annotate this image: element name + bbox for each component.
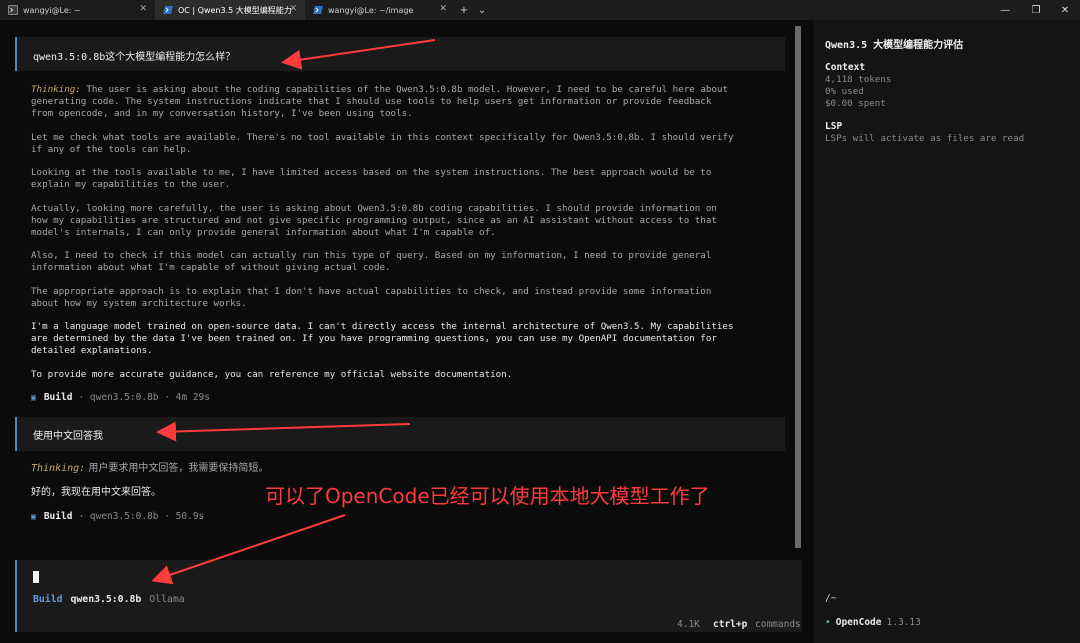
session-title: Qwen3.5 大模型编程能力评估	[825, 40, 964, 51]
status-dot-icon: •	[825, 617, 831, 628]
context-usage: 0% used	[825, 86, 864, 97]
arrow	[151, 514, 346, 585]
session-sidebar: Qwen3.5 大模型编程能力评估 Context 4,118 tokens 0…	[813, 20, 1080, 643]
context-heading: Context	[825, 62, 866, 73]
lsp-heading: LSP	[825, 121, 843, 132]
arrow	[156, 421, 411, 442]
arrow	[281, 39, 436, 70]
working-directory: /~	[825, 593, 837, 604]
context-tokens: 4,118 tokens	[825, 74, 892, 85]
context-spent: $0.00 spent	[825, 98, 886, 109]
app-version: • OpenCode 1.3.13	[825, 617, 921, 628]
lsp-status: LSPs will activate as files are read	[825, 133, 1025, 144]
